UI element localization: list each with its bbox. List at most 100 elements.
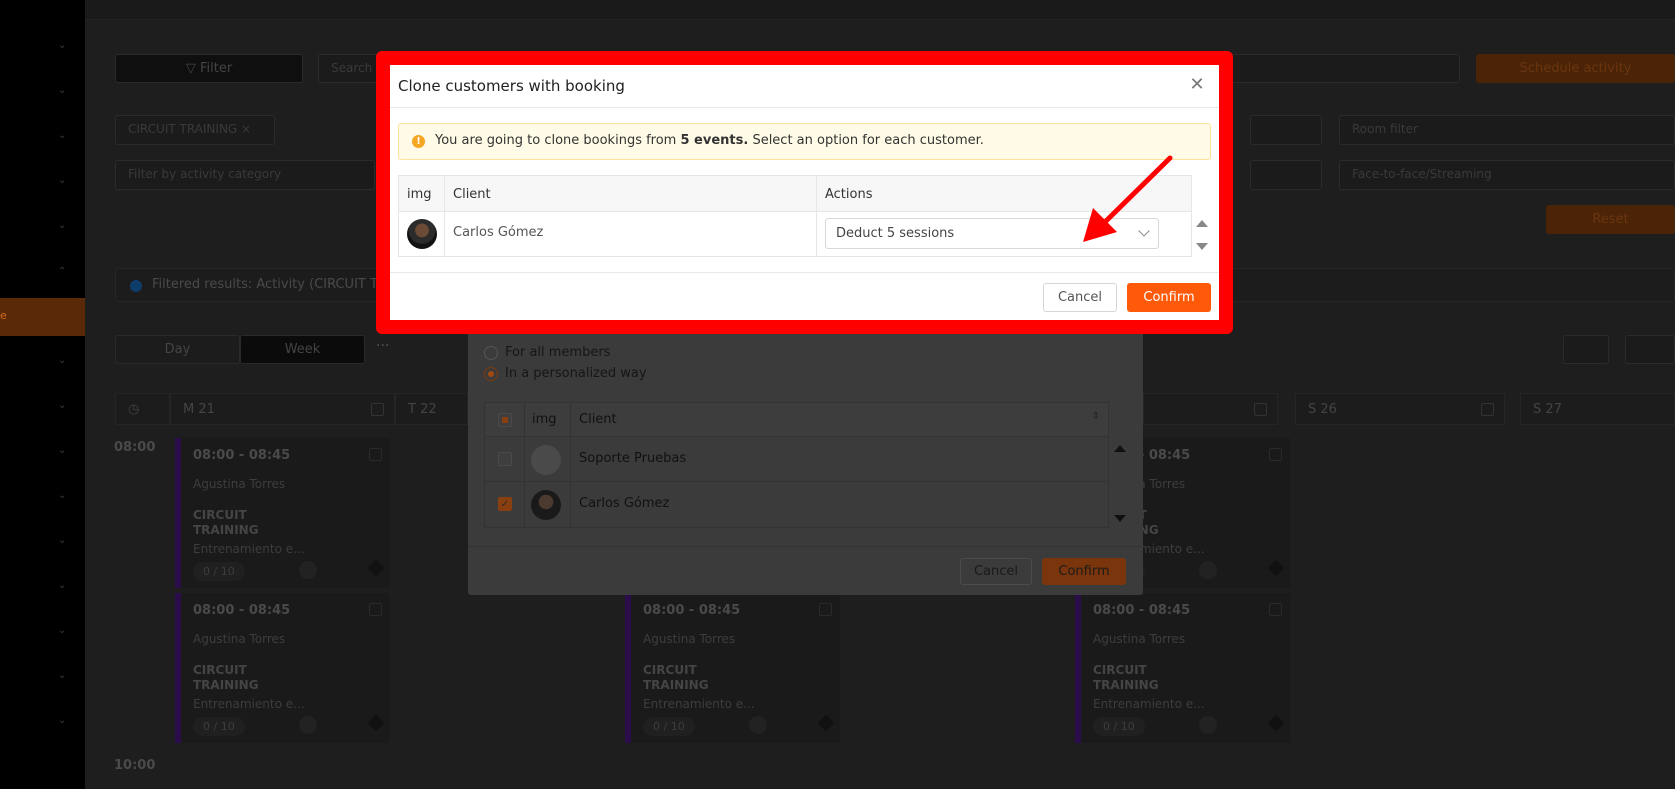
- clone-customers-dialog: Clone customers with booking ✕ ! You are…: [390, 65, 1219, 320]
- table-row[interactable]: ✓ Carlos Gómez: [485, 482, 1108, 527]
- day-header-tuesday[interactable]: T 22: [395, 393, 468, 425]
- time-label: 08:00: [114, 440, 156, 455]
- client-cell: Soporte Pruebas: [571, 437, 1108, 481]
- tag-icon[interactable]: [817, 714, 835, 732]
- event-trainer: Agustina Torres: [193, 477, 286, 491]
- radio-all-members[interactable]: [484, 346, 498, 360]
- chevron-down-icon[interactable]: ⌄: [58, 625, 68, 636]
- chevron-down-icon[interactable]: ⌄: [58, 85, 68, 96]
- close-icon[interactable]: ✕: [1185, 73, 1209, 97]
- calendar-icon[interactable]: [1563, 335, 1609, 364]
- tag-icon[interactable]: [1267, 559, 1285, 577]
- chevron-down-icon[interactable]: ⌄: [58, 715, 68, 726]
- activity-chip[interactable]: CIRCUIT TRAINING ×: [115, 115, 275, 145]
- event-card[interactable]: 08:00 - 08:45 Agustina Torres CIRCUIT TR…: [625, 593, 840, 743]
- radio-personalized[interactable]: [484, 367, 498, 381]
- chevron-down-icon[interactable]: ⌄: [58, 535, 68, 546]
- event-checkbox[interactable]: [369, 448, 382, 461]
- filtered-results-text: Filtered results: Activity (CIRCUIT TRAI…: [152, 277, 389, 292]
- status-icon: [1199, 716, 1217, 734]
- day-checkbox[interactable]: [371, 403, 384, 416]
- tag-icon[interactable]: [367, 559, 385, 577]
- avatar: [407, 219, 437, 249]
- event-checkbox[interactable]: [1269, 448, 1282, 461]
- filter-button[interactable]: ▽ Filter: [115, 54, 303, 83]
- chevron-down-icon[interactable]: ⌄: [58, 445, 68, 456]
- event-time: 08:00 - 08:45: [643, 603, 741, 618]
- radio-personalized-label: In a personalized way: [505, 366, 647, 381]
- streaming-filter-input[interactable]: Face-to-face/Streaming: [1339, 160, 1675, 190]
- scroll-up-icon[interactable]: [1196, 220, 1208, 227]
- day-header-sunday[interactable]: S 27: [1520, 393, 1675, 425]
- sidebar-item-active[interactable]: e: [0, 298, 85, 336]
- event-title: CIRCUIT TRAINING: [193, 663, 259, 692]
- tag-icon[interactable]: [1267, 714, 1285, 732]
- chevron-down-icon[interactable]: ⌄: [58, 490, 68, 501]
- column-label: img: [407, 187, 432, 202]
- chevron-down-icon[interactable]: ⌄: [58, 670, 68, 681]
- event-checkbox[interactable]: [1269, 603, 1282, 616]
- select-all-checkbox[interactable]: [498, 413, 512, 427]
- schedule-activity-button[interactable]: Schedule activity: [1476, 54, 1675, 83]
- cancel-button[interactable]: Cancel: [1043, 283, 1117, 312]
- confirm-button[interactable]: Confirm: [1127, 283, 1211, 312]
- action-select-value: Deduct 5 sessions: [836, 226, 955, 241]
- row-checkbox[interactable]: ✓: [498, 497, 512, 511]
- chevron-down-icon[interactable]: ⌄: [58, 400, 68, 411]
- tab-day[interactable]: Day: [115, 335, 240, 364]
- column-label: Client: [453, 187, 491, 202]
- client-name: Carlos Gómez: [579, 496, 670, 511]
- alert-text-bold: 5 events.: [680, 133, 749, 148]
- row-checkbox[interactable]: [498, 452, 512, 466]
- tag-icon[interactable]: [367, 714, 385, 732]
- alert-text-suffix: Select an option for each customer.: [748, 133, 984, 148]
- day-header-monday[interactable]: M 21: [170, 393, 395, 425]
- confirm-button[interactable]: Confirm: [1042, 558, 1126, 585]
- scroll-up-icon[interactable]: [1114, 445, 1126, 452]
- row-select-cell: [485, 437, 525, 481]
- event-card[interactable]: 08:00 - 08:45 Agustina Torres CIRCUIT TR…: [175, 593, 390, 743]
- cancel-button[interactable]: Cancel: [960, 558, 1032, 585]
- sort-icon[interactable]: ⇕: [1092, 411, 1100, 422]
- clock-icon: ◷: [115, 393, 170, 425]
- category-filter-input[interactable]: Filter by activity category: [115, 160, 375, 190]
- room-filter-input[interactable]: Room filter: [1339, 115, 1675, 145]
- event-card[interactable]: 08:00 - 08:45 Agustina Torres CIRCUIT TR…: [175, 438, 390, 588]
- filter-select-2[interactable]: [1250, 160, 1322, 190]
- day-checkbox[interactable]: [1254, 403, 1267, 416]
- chevron-up-icon[interactable]: ⌃: [58, 266, 68, 277]
- client-cell: Carlos Gómez: [571, 482, 1108, 527]
- day-header-saturday[interactable]: S 26: [1295, 393, 1505, 425]
- clone-events-dialog: For all members In a personalized way im…: [468, 330, 1143, 595]
- img-cell: [525, 482, 571, 527]
- chevron-down-icon[interactable]: ⌄: [58, 355, 68, 366]
- filter-select[interactable]: [1250, 115, 1322, 145]
- reset-button[interactable]: Reset: [1546, 205, 1675, 234]
- table-row: Carlos Gómez Deduct 5 sessions: [399, 212, 1191, 256]
- chevron-down-icon[interactable]: ⌄: [58, 40, 68, 51]
- event-checkbox[interactable]: [369, 603, 382, 616]
- table-header: img Client ⇕: [485, 403, 1108, 437]
- action-select[interactable]: Deduct 5 sessions: [825, 218, 1159, 249]
- more-options-icon[interactable]: ···: [376, 338, 389, 354]
- chevron-down-icon[interactable]: ⌄: [58, 580, 68, 591]
- chevron-down-icon[interactable]: ⌄: [58, 175, 68, 186]
- day-checkbox[interactable]: [1481, 403, 1494, 416]
- chevron-down-icon[interactable]: ⌄: [58, 220, 68, 231]
- filter-icon: ▽: [185, 61, 200, 76]
- tab-week[interactable]: Week: [240, 335, 365, 364]
- event-checkbox[interactable]: [819, 603, 832, 616]
- top-bar: [85, 0, 1675, 20]
- chevron-down-icon[interactable]: ⌄: [58, 130, 68, 141]
- chevron-down-icon: [1138, 225, 1150, 237]
- event-card[interactable]: 08:00 - 08:45 Agustina Torres CIRCUIT TR…: [1075, 593, 1290, 743]
- event-trainer: Agustina Torres: [1093, 632, 1186, 646]
- status-icon: [299, 716, 317, 734]
- table-row[interactable]: Soporte Pruebas: [485, 437, 1108, 482]
- scroll-down-icon[interactable]: [1196, 243, 1208, 250]
- search-input-right[interactable]: [1230, 54, 1460, 83]
- client-column-header[interactable]: Client ⇕: [571, 403, 1108, 436]
- chevron-left-icon[interactable]: [1625, 335, 1675, 364]
- day-header-friday[interactable]: [1143, 393, 1278, 425]
- scroll-down-icon[interactable]: [1114, 515, 1126, 522]
